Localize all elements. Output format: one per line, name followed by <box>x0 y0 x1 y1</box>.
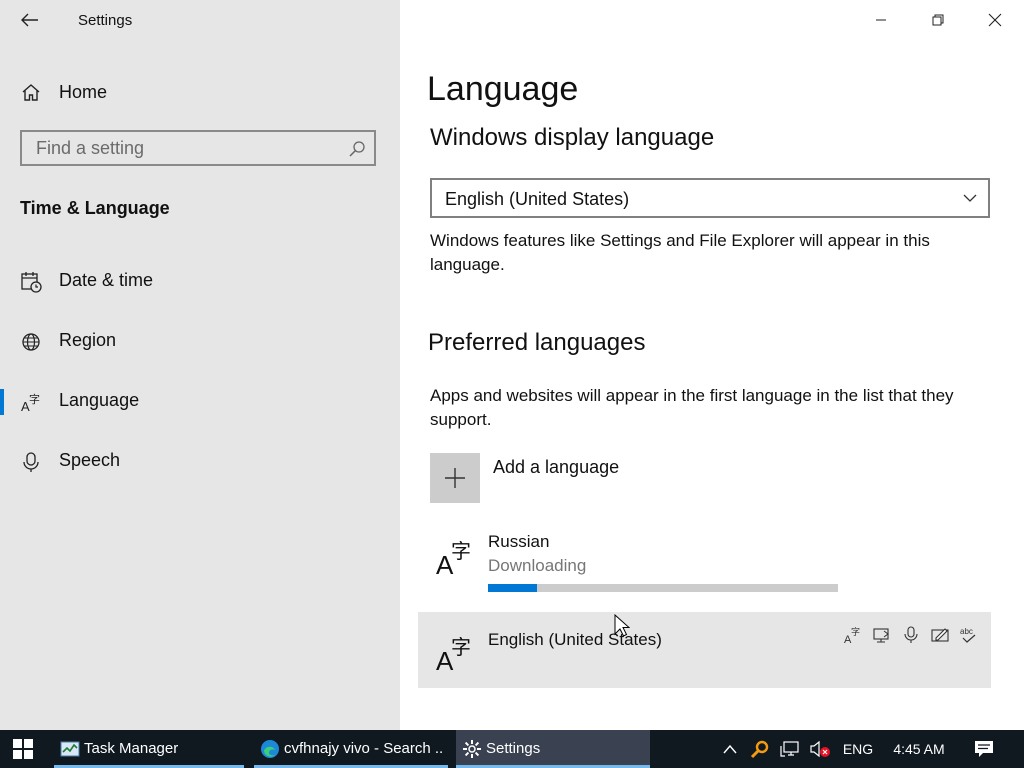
volume-button[interactable] <box>806 730 834 768</box>
dropdown-value: English (United States) <box>445 189 630 209</box>
chevron-up-icon <box>723 744 737 754</box>
svg-text:字: 字 <box>29 392 40 406</box>
sidebar-item-speech[interactable]: Speech <box>0 442 400 482</box>
notification-icon <box>975 741 993 757</box>
network-button[interactable] <box>776 730 804 768</box>
start-button[interactable] <box>0 730 46 768</box>
task-manager-icon <box>60 741 80 757</box>
svg-text:字: 字 <box>851 626 860 638</box>
volume-muted-icon <box>810 740 830 758</box>
tray-search-app-button[interactable] <box>746 730 774 768</box>
svg-text:字: 字 <box>451 539 471 563</box>
sidebar-item-label: Speech <box>59 450 121 470</box>
selected-indicator <box>0 389 4 415</box>
download-progress-fill <box>488 584 537 592</box>
language-item-russian[interactable]: A字 Russian Downloading <box>418 524 991 600</box>
add-language-label: Add a language <box>493 457 620 477</box>
nav-home[interactable]: Home <box>0 72 400 112</box>
display-language-dropdown[interactable]: English (United States) <box>430 178 990 218</box>
svg-text:字: 字 <box>451 635 471 659</box>
windows-logo-icon <box>13 739 33 759</box>
close-icon <box>988 13 1002 27</box>
add-language-button[interactable]: Add a language <box>430 452 990 504</box>
back-button[interactable] <box>14 6 46 34</box>
taskbar-app-label: cvfhnajy vivo - Search ... <box>284 740 444 757</box>
handwriting-icon <box>929 624 950 645</box>
page-title: Language <box>427 70 579 108</box>
language-name: English (United States) <box>488 630 662 649</box>
sidebar-item-language[interactable]: A字 Language <box>0 382 400 422</box>
taskbar: Task Manager cvfhnajy vivo - Search ... … <box>0 730 1024 768</box>
sidebar-item-label: Region <box>59 330 117 350</box>
clock[interactable]: 4:45 AM <box>884 730 954 768</box>
language-name: Russian <box>488 532 550 551</box>
svg-text:abc: abc <box>960 627 973 636</box>
magnifier-tray-icon <box>750 740 769 759</box>
input-language-indicator[interactable]: ENG <box>838 730 878 768</box>
network-icon <box>780 741 799 757</box>
settings-sidebar: Settings Home Time & Language Date & tim… <box>0 0 400 730</box>
search-box[interactable] <box>20 130 376 166</box>
display-language-description: Windows features like Settings and File … <box>430 231 930 274</box>
language-feature-icons: A字 abc <box>842 624 979 645</box>
home-icon <box>20 81 42 103</box>
gear-icon <box>463 740 481 758</box>
restore-button[interactable] <box>910 0 966 40</box>
search-icon[interactable] <box>348 140 366 158</box>
chevron-down-icon <box>963 194 977 202</box>
language-item-english[interactable]: A字 English (United States) A字 abc <box>418 612 991 688</box>
close-button[interactable] <box>967 0 1023 40</box>
taskbar-app-task-manager[interactable]: Task Manager <box>54 730 244 768</box>
taskbar-app-edge[interactable]: cvfhnajy vivo - Search ... <box>254 730 448 768</box>
show-hidden-icons-button[interactable] <box>716 730 744 768</box>
preferred-languages-description: Apps and websites will appear in the fir… <box>430 386 954 429</box>
mouse-cursor-icon <box>614 614 630 637</box>
language-glyph-icon: A字 <box>436 635 471 674</box>
sidebar-item-label: Date & time <box>59 270 154 290</box>
restore-icon <box>932 14 944 26</box>
minimize-icon <box>876 19 886 21</box>
plus-icon <box>430 453 480 503</box>
taskbar-app-label: Task Manager <box>84 740 179 757</box>
nav-home-label: Home <box>59 82 108 102</box>
taskbar-app-settings[interactable]: Settings <box>456 730 650 768</box>
sidebar-item-date-time[interactable]: Date & time <box>0 262 400 302</box>
language-glyph-icon: A字 <box>436 539 471 578</box>
preferred-languages-heading: Preferred languages <box>428 329 646 356</box>
spellcheck-icon: abc <box>958 624 979 645</box>
edge-icon <box>261 740 279 758</box>
download-progress-bar <box>488 584 838 592</box>
taskbar-app-label: Settings <box>486 740 541 757</box>
speech-icon <box>871 624 892 645</box>
display-language-icon: A字 <box>842 624 863 645</box>
language-icon: A字 <box>20 391 42 413</box>
display-language-heading: Windows display language <box>430 124 715 151</box>
section-heading: Time & Language <box>20 198 170 218</box>
sidebar-item-region[interactable]: Region <box>0 322 400 362</box>
app-title: Settings <box>78 12 133 29</box>
sidebar-item-label: Language <box>59 390 140 410</box>
back-arrow-icon <box>21 13 38 27</box>
microphone-icon <box>900 624 921 645</box>
minimize-button[interactable] <box>853 0 909 40</box>
calendar-clock-icon <box>20 271 42 293</box>
language-status: Downloading <box>488 556 587 575</box>
globe-icon <box>20 331 42 353</box>
search-input[interactable] <box>36 132 336 164</box>
microphone-icon <box>20 451 42 473</box>
action-center-button[interactable] <box>964 730 1004 768</box>
